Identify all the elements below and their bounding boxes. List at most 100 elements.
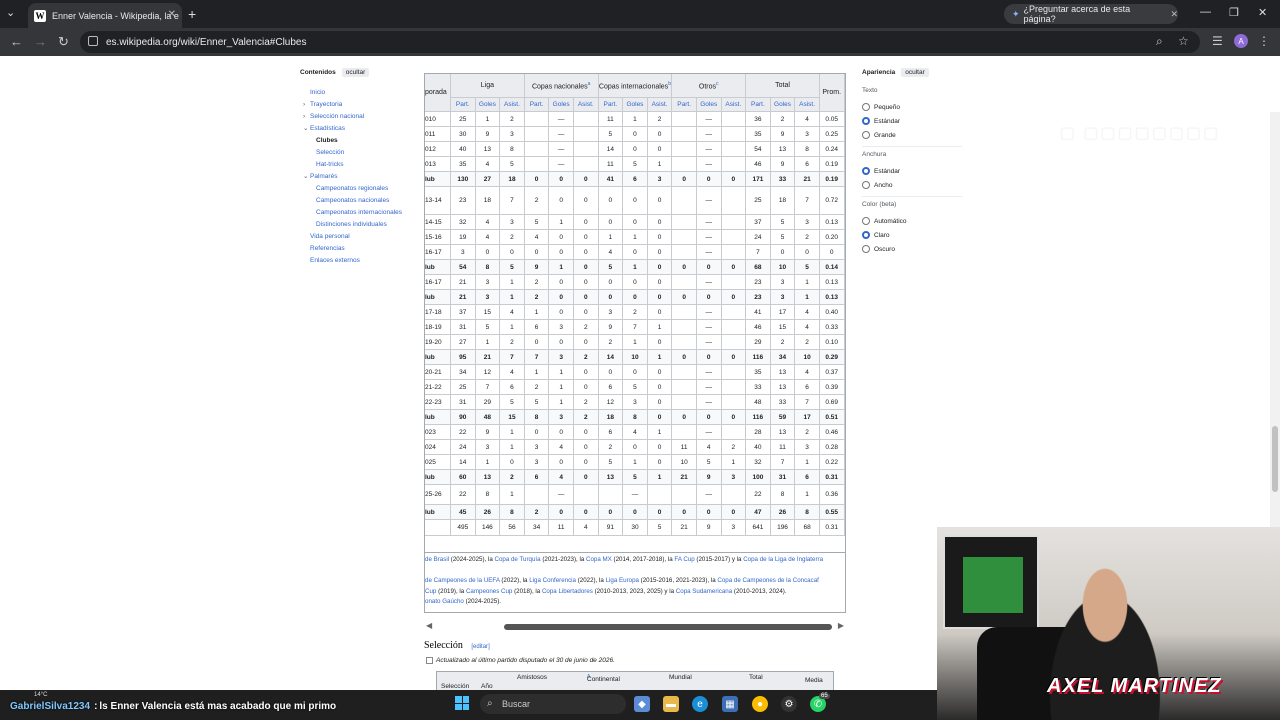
appearance-option[interactable]: Ancho [862,178,962,192]
appearance-option[interactable]: Estándar [862,164,962,178]
menu-icon[interactable]: ⋮ [1258,34,1270,48]
toc-item[interactable]: ⌄ Estadísticas [300,123,420,135]
copilot-icon[interactable]: ◆ [634,696,650,712]
note-link[interactable]: Liga Europa [606,577,639,584]
scroll-right-icon[interactable]: ▶ [838,621,844,630]
toc-hide-button[interactable]: ocultar [341,68,370,77]
note-link[interactable]: onato Gaúcho [425,598,464,605]
footnote-link[interactable]: b [668,81,671,87]
maximize-icon[interactable]: ❐ [1229,6,1239,19]
radio-button[interactable] [862,231,870,239]
bookmark-star-icon[interactable]: ☆ [1178,34,1189,48]
table-cell: 146 [474,519,501,536]
table-horizontal-scrollbar[interactable]: ◀ ▶ [424,619,846,633]
edit-link[interactable]: [editar] [471,644,489,650]
back-icon[interactable]: ← [10,34,23,49]
minimize-icon[interactable]: — [1200,6,1211,18]
toc-item[interactable]: Distinciones individuales [300,219,420,231]
tab-search-icon[interactable]: ⌄ [6,6,15,19]
taskbar-search[interactable]: ⌕ Buscar [480,694,626,714]
note-link[interactable]: de Campeones de la UEFA [425,577,500,584]
toc-item[interactable]: Inicio [300,87,420,99]
table-cell: 1 [646,319,673,335]
footnote-link[interactable]: c [716,81,719,87]
toc-item[interactable]: Campeonatos nacionales [300,195,420,207]
radio-button[interactable] [862,117,870,125]
note-link[interactable]: Copa Sudamericana [676,588,732,595]
table-cell: 1 [794,454,820,470]
note-link[interactable]: de Brasil [425,556,449,563]
appearance-option[interactable]: Grande [862,128,962,142]
toc-item[interactable]: Vida personal [300,231,420,243]
browser-tab[interactable]: W Enner Valencia - Wikipedia, la e ✕ [28,3,182,28]
new-tab-button[interactable]: + [188,6,196,22]
note-link[interactable]: Copa de Turquía [494,556,540,563]
radio-button[interactable] [862,103,870,111]
note-link[interactable]: Copa Libertadores [542,588,593,595]
close-tab-icon[interactable]: ✕ [168,9,176,20]
toc-item[interactable]: Clubes [300,135,420,147]
table-cell: 0 [597,364,624,380]
note-link[interactable]: Copa de la Liga de Inglaterra [743,556,823,563]
toc-item[interactable]: ⌄ Palmarés [300,171,420,183]
table-cell: 14 [597,349,624,365]
toc-item[interactable]: › Trayectoria [300,99,420,111]
store-icon[interactable]: ▦ [722,696,738,712]
chrome-icon[interactable]: ● [752,696,768,712]
footnote-link[interactable]: a [588,81,591,87]
note-link[interactable]: FA Cup [674,556,694,563]
radio-button[interactable] [862,245,870,253]
forward-icon[interactable]: → [34,34,47,49]
toc-item[interactable]: Selección [300,147,420,159]
close-window-icon[interactable]: ✕ [1258,6,1267,19]
radio-button[interactable] [862,217,870,225]
ask-about-page-chip[interactable]: ✦ ¿Preguntar acerca de esta página? ✕ [1004,4,1178,24]
table-cell: 0 [646,394,673,410]
file-explorer-icon[interactable]: ▬ [663,696,679,712]
appearance-option[interactable]: Automático [862,214,962,228]
scroll-thumb[interactable] [504,624,832,630]
chevron-icon[interactable]: › [303,111,305,123]
note-link[interactable]: Liga Conferencia [529,577,576,584]
note-link[interactable]: Copa de Campeones de la Concacaf [717,577,818,584]
edit-label[interactable]: editar [473,644,488,650]
option-label: Ancho [874,181,893,189]
table-cell: 2 [523,504,550,520]
radio-button[interactable] [862,131,870,139]
toc-item[interactable]: Campeonatos regionales [300,183,420,195]
url-field[interactable]: es.wikipedia.org/wiki/Enner_Valencia#Clu… [80,31,1200,53]
table-cell: 1 [622,334,648,350]
appearance-option[interactable]: Oscuro [862,242,962,256]
radio-button[interactable] [862,167,870,175]
settings-gear-icon[interactable]: ⚙ [781,696,797,712]
avatar[interactable]: A [1234,34,1248,48]
appearance-option[interactable]: Estándar [862,114,962,128]
radio-button[interactable] [862,181,870,189]
chevron-icon[interactable]: ⌄ [303,171,308,183]
close-ask-icon[interactable]: ✕ [1170,9,1178,20]
chevron-icon[interactable]: › [303,99,305,111]
edge-icon[interactable]: e [692,696,708,712]
table-cell: 1 [548,364,574,380]
toc-item[interactable]: Hat-tricks [300,159,420,171]
scroll-left-icon[interactable]: ◀ [426,621,432,630]
toc-item[interactable]: Enlaces externos [300,255,420,267]
table-cell: 36 [745,111,771,127]
note-link[interactable]: Copa MX [586,556,612,563]
toc-item[interactable]: Campeonatos internacionales [300,207,420,219]
table-cell: 56 [499,519,525,536]
toc-item[interactable]: › Selección nacional [300,111,420,123]
chevron-icon[interactable]: ⌄ [303,123,308,135]
note-link[interactable]: Campeones Cup [466,588,512,595]
note-link[interactable]: Cup [425,588,436,595]
appearance-hide-button[interactable]: ocultar [901,68,929,77]
reload-icon[interactable]: ↻ [58,34,69,50]
site-info-icon[interactable] [88,36,98,46]
page-scroll-thumb[interactable] [1272,426,1278,492]
appearance-option[interactable]: Pequeño [862,100,962,114]
reading-list-icon[interactable]: ☰ [1212,34,1223,48]
appearance-option[interactable]: Claro [862,228,962,242]
zoom-icon[interactable]: ⌕ [1156,34,1163,49]
table-cell: 130 [450,171,476,187]
toc-item[interactable]: Referencias [300,243,420,255]
